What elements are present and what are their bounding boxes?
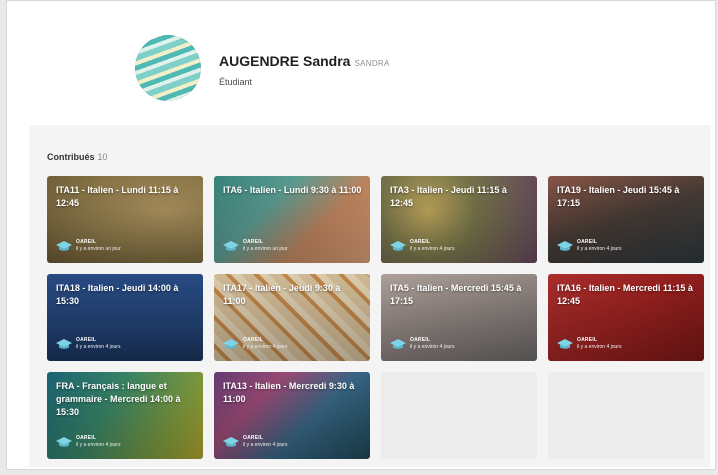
course-card-time: il y a environ 4 jours — [243, 344, 288, 350]
course-card-time: il y a environ 4 jours — [577, 344, 622, 350]
course-card-author: OAREIL — [243, 435, 264, 441]
hat-icon — [557, 241, 573, 251]
course-card-author: OAREIL — [410, 337, 431, 343]
course-card-author: OAREIL — [76, 435, 97, 441]
course-card-time: il y a environ 4 jours — [410, 246, 455, 252]
course-card-author: OAREIL — [577, 337, 598, 343]
hat-icon — [56, 437, 72, 447]
contributions-count: 10 — [97, 152, 108, 162]
course-card-meta: OAREIL il y a environ 4 jours — [557, 239, 621, 253]
profile-login: SANDRA — [354, 59, 390, 68]
contributions-header: Contribués 10 — [47, 152, 108, 162]
course-card-author: OAREIL — [410, 239, 431, 245]
course-card-title: ITA3 - Italien - Jeudi 11:15 à 12:45 — [390, 185, 507, 208]
course-card-meta: OAREIL il y a environ un jour — [223, 239, 288, 253]
hat-icon — [390, 339, 406, 349]
course-card-time: il y a environ un jour — [243, 246, 288, 252]
course-card[interactable]: ITA16 - Italien - Mercredi 11:15 à 12:45… — [548, 274, 704, 361]
course-card[interactable]: ITA11 - Italien - Lundi 11:15 à 12:45 OA… — [47, 176, 203, 263]
course-card-time: il y a environ un jour — [76, 246, 121, 252]
course-card-meta: OAREIL il y a environ 4 jours — [557, 337, 621, 351]
contributions-panel: Contribués 10 ITA11 - Italien - Lundi 11:… — [29, 125, 711, 467]
profile-page: AUGENDRE Sandra SANDRA Étudiant Contribué… — [6, 0, 716, 470]
course-card[interactable]: ITA3 - Italien - Jeudi 11:15 à 12:45 OAR… — [381, 176, 537, 263]
course-card-meta: OAREIL il y a environ 4 jours — [390, 239, 454, 253]
empty-card-placeholder — [381, 372, 537, 459]
course-card[interactable]: ITA13 - Italien - Mercredi 9:30 à 11:00 … — [214, 372, 370, 459]
course-card-title: ITA5 - Italien - Mercredi 15:45 à 17:15 — [390, 283, 522, 306]
course-card-title: ITA16 - Italien - Mercredi 11:15 à 12:45 — [557, 283, 693, 306]
empty-card-placeholder — [548, 372, 704, 459]
course-card-time: il y a environ 4 jours — [577, 246, 622, 252]
avatar — [135, 35, 201, 101]
course-card[interactable]: ITA5 - Italien - Mercredi 15:45 à 17:15 … — [381, 274, 537, 361]
profile-name: AUGENDRE Sandra SANDRA — [219, 53, 390, 69]
hat-icon — [56, 241, 72, 251]
course-card-time: il y a environ 4 jours — [76, 344, 121, 350]
profile-name-text: AUGENDRE Sandra — [219, 53, 351, 69]
contributions-grid: ITA11 - Italien - Lundi 11:15 à 12:45 OA… — [47, 176, 707, 459]
course-card-title: ITA18 - Italien - Jeudi 14:00 à 15:30 — [56, 283, 179, 306]
course-card-meta: OAREIL il y a environ 4 jours — [223, 435, 287, 449]
course-card-title: ITA13 - Italien - Mercredi 9:30 à 11:00 — [223, 381, 355, 404]
course-card-time: il y a environ 4 jours — [243, 442, 288, 448]
hat-icon — [390, 241, 406, 251]
course-card-meta: OAREIL il y a environ 4 jours — [223, 337, 287, 351]
course-card[interactable]: FRA - Français : langue et grammaire - M… — [47, 372, 203, 459]
course-card-time: il y a environ 4 jours — [76, 442, 121, 448]
course-card-title: ITA19 - Italien - Jeudi 15:45 à 17:15 — [557, 185, 680, 208]
course-card-meta: OAREIL il y a environ 4 jours — [390, 337, 454, 351]
course-card-title: ITA11 - Italien - Lundi 11:15 à 12:45 — [56, 185, 179, 208]
course-card-time: il y a environ 4 jours — [410, 344, 455, 350]
hat-icon — [56, 339, 72, 349]
contributions-label: Contribués — [47, 152, 95, 162]
course-card-author: OAREIL — [243, 239, 264, 245]
course-card-author: OAREIL — [76, 239, 97, 245]
hat-icon — [223, 241, 239, 251]
hat-icon — [223, 437, 239, 447]
course-card[interactable]: ITA6 - Italien - Lundi 9:30 à 11:00 OARE… — [214, 176, 370, 263]
course-card[interactable]: ITA17 - Italien - Jeudi 9:30 à 11:00 OAR… — [214, 274, 370, 361]
course-card[interactable]: ITA19 - Italien - Jeudi 15:45 à 17:15 OA… — [548, 176, 704, 263]
course-card-title: ITA17 - Italien - Jeudi 9:30 à 11:00 — [223, 283, 341, 306]
course-card-meta: OAREIL il y a environ 4 jours — [56, 435, 120, 449]
course-card-title: ITA6 - Italien - Lundi 9:30 à 11:00 — [223, 185, 362, 195]
profile-role: Étudiant — [219, 77, 253, 87]
hat-icon — [223, 339, 239, 349]
course-card-meta: OAREIL il y a environ un jour — [56, 239, 121, 253]
course-card-author: OAREIL — [76, 337, 97, 343]
course-card-author: OAREIL — [243, 337, 264, 343]
course-card[interactable]: ITA18 - Italien - Jeudi 14:00 à 15:30 OA… — [47, 274, 203, 361]
course-card-title: FRA - Français : langue et grammaire - M… — [56, 381, 181, 417]
course-card-author: OAREIL — [577, 239, 598, 245]
hat-icon — [557, 339, 573, 349]
course-card-meta: OAREIL il y a environ 4 jours — [56, 337, 120, 351]
